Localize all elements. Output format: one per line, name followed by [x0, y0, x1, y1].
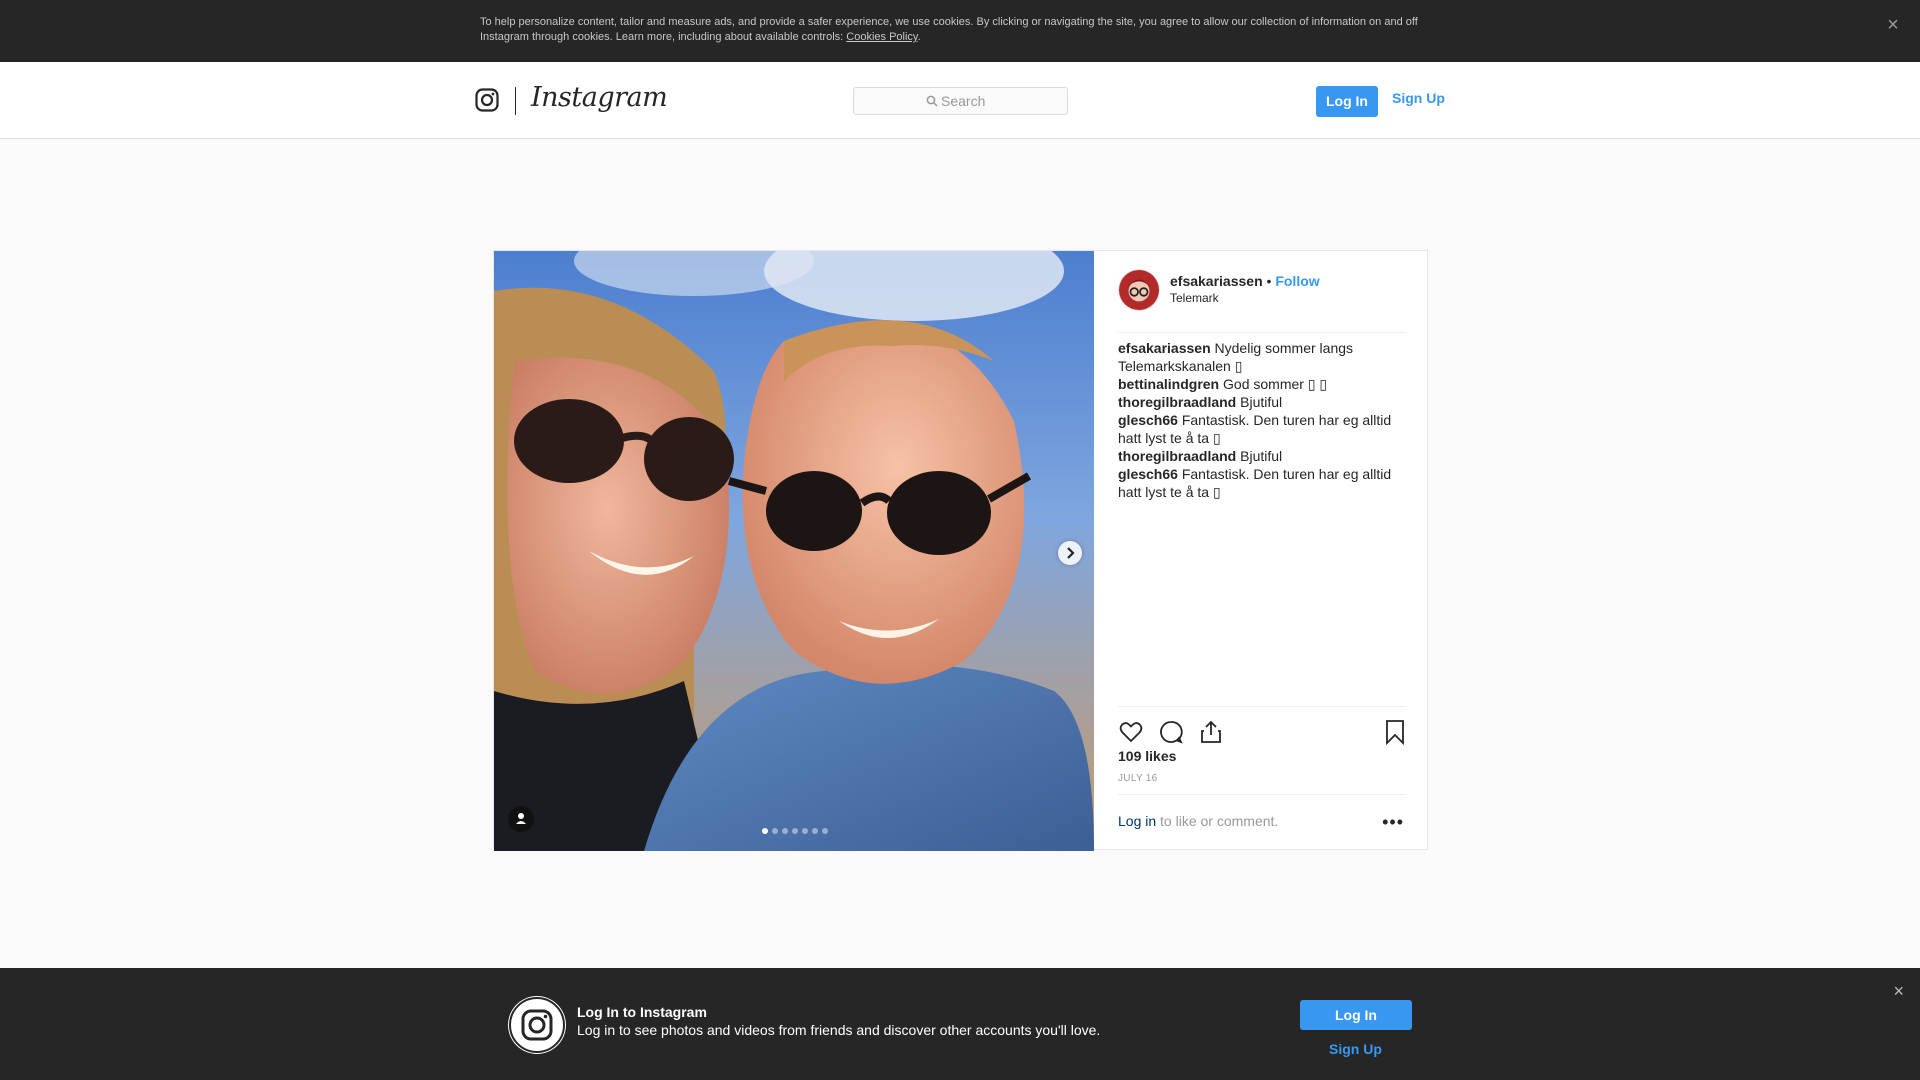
cookies-policy-link[interactable]: Cookies Policy	[846, 31, 917, 43]
comment-username-link[interactable]: glesch66	[1118, 412, 1178, 428]
avatar-image	[1119, 270, 1159, 310]
owner-username-link[interactable]: efsakariassen	[1170, 273, 1263, 289]
instagram-wordmark-logo[interactable]: Instagram	[531, 82, 668, 113]
comment-row: glesch66 Fantastisk. Den turen har eg al…	[1118, 411, 1406, 447]
comment-username-link[interactable]: thoregilbraadland	[1118, 448, 1236, 464]
carousel-dot	[802, 828, 808, 834]
bookmark-icon[interactable]	[1382, 719, 1408, 745]
share-icon[interactable]	[1198, 719, 1224, 745]
cookie-banner-close-button[interactable]: ×	[1882, 14, 1904, 36]
header-signup-link[interactable]: Sign Up	[1392, 90, 1445, 106]
header-login-button[interactable]: Log In	[1316, 86, 1378, 117]
owner-separator: •	[1262, 273, 1276, 289]
avatar[interactable]	[1118, 269, 1160, 311]
comment-username-link[interactable]: thoregilbraadland	[1118, 394, 1236, 410]
more-options-button[interactable]: •••	[1382, 813, 1404, 831]
comment-row: bettinalindgren God sommer ▯ ▯	[1118, 375, 1406, 393]
heart-icon[interactable]	[1118, 719, 1144, 745]
chevron-right-icon	[1067, 547, 1075, 559]
login-prompt-subtitle: Log in to see photos and videos from fri…	[577, 1022, 1101, 1038]
post-photo[interactable]	[494, 251, 1094, 851]
comment-row: thoregilbraadland Bjutiful	[1118, 393, 1406, 411]
login-prompt-login-button[interactable]: Log In	[1300, 1000, 1412, 1030]
comment-row: efsakariassen Nydelig sommer langs Telem…	[1118, 339, 1406, 375]
post-actions	[1118, 706, 1406, 746]
cookie-banner-message: To help personalize content, tailor and …	[480, 16, 1418, 43]
comment-text: Bjutiful	[1236, 394, 1283, 410]
post-header: efsakariassen • Follow Telemark	[1118, 269, 1406, 333]
search-icon	[926, 95, 938, 107]
search-placeholder: Search	[941, 93, 986, 109]
post-photo-image	[494, 251, 1094, 851]
comment-username-link[interactable]: glesch66	[1118, 466, 1178, 482]
login-prompt-title: Log In to Instagram	[577, 1004, 707, 1020]
comment-row: thoregilbraadland Bjutiful	[1118, 447, 1406, 465]
carousel-dot	[812, 828, 818, 834]
instagram-camera-icon	[509, 997, 565, 1053]
comment-username-link[interactable]: efsakariassen	[1118, 340, 1211, 356]
carousel-dot	[792, 828, 798, 834]
comments-list: efsakariassen Nydelig sommer langs Telem…	[1118, 339, 1406, 501]
comment-icon[interactable]	[1158, 719, 1184, 745]
carousel-dot	[772, 828, 778, 834]
search-input[interactable]: Search	[853, 87, 1068, 115]
carousel-dot	[782, 828, 788, 834]
comment-username-link[interactable]: bettinalindgren	[1118, 376, 1219, 392]
comment-text: Bjutiful	[1236, 448, 1283, 464]
carousel-dot	[762, 828, 768, 834]
tagged-users-button[interactable]	[508, 806, 534, 832]
owner-line: efsakariassen • Follow	[1170, 273, 1320, 289]
post-date[interactable]: JULY 16	[1118, 773, 1158, 784]
carousel-indicator	[762, 828, 828, 834]
logo-divider	[515, 87, 516, 115]
instagram-logo-badge	[508, 996, 566, 1054]
likes-count[interactable]: 109 likes	[1118, 748, 1176, 764]
login-to-comment: Log in to like or comment.	[1118, 813, 1278, 829]
follow-button[interactable]: Follow	[1275, 273, 1319, 289]
top-navigation-bar: Instagram Search Log In Sign Up	[0, 62, 1920, 139]
post-card: efsakariassen • Follow Telemark efsakari…	[493, 250, 1429, 851]
comment-row: glesch66 Fantastisk. Den turen har eg al…	[1118, 465, 1406, 501]
instagram-camera-icon[interactable]	[475, 88, 499, 112]
location-link[interactable]: Telemark	[1170, 291, 1219, 305]
login-prompt-banner: Log In to Instagram Log in to see photos…	[0, 968, 1920, 1080]
login-to-comment-suffix: to like or comment.	[1156, 813, 1279, 829]
comment-bar: Log in to like or comment. •••	[1118, 794, 1406, 851]
comment-text: God sommer ▯ ▯	[1219, 376, 1328, 392]
cookie-banner-text: To help personalize content, tailor and …	[480, 16, 1418, 43]
login-prompt-signup-link[interactable]: Sign Up	[1329, 1041, 1382, 1057]
cookie-banner: To help personalize content, tailor and …	[0, 0, 1920, 62]
post-sidebar: efsakariassen • Follow Telemark efsakari…	[1094, 251, 1429, 851]
user-icon	[516, 813, 526, 824]
login-prompt-close-button[interactable]: ×	[1893, 982, 1904, 1000]
login-to-comment-link[interactable]: Log in	[1118, 813, 1156, 829]
carousel-next-button[interactable]	[1058, 541, 1082, 565]
carousel-dot	[822, 828, 828, 834]
